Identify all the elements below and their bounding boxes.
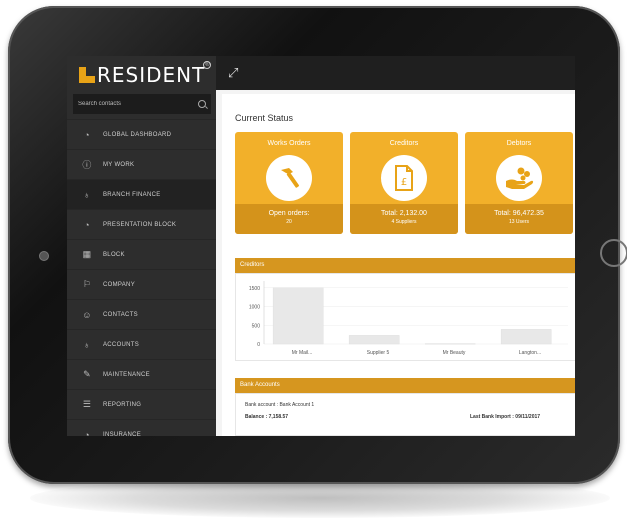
- bank-balance: Balance : 7,158.57: [245, 414, 289, 420]
- moneybag-icon: ♁: [83, 339, 91, 350]
- stat-title: Creditors: [389, 140, 419, 147]
- stat-subvalue: 20: [286, 219, 292, 225]
- sidebar-item-label: CONTACTS: [103, 311, 138, 318]
- stat-title: Works Orders: [267, 140, 311, 147]
- camera-dot: [39, 251, 49, 261]
- sidebar-item-insurance[interactable]: ◔ INSURANCE: [67, 419, 216, 436]
- bar[interactable]: [348, 335, 400, 345]
- stat-value: Open orders:: [268, 210, 310, 217]
- sidebar-item-reporting[interactable]: ☰ REPORTING: [67, 389, 216, 419]
- x-tick-label: Supplier 5: [367, 350, 390, 356]
- search-box: [73, 94, 211, 114]
- y-tick-label: 500: [252, 323, 261, 329]
- tablet-shadow: [30, 478, 610, 518]
- bar[interactable]: [500, 329, 552, 345]
- search-icon[interactable]: [198, 100, 206, 108]
- sidebar-item-label: MAINTENANCE: [103, 371, 150, 378]
- contacts-icon: ☺: [82, 309, 92, 320]
- y-tick-label: 1000: [249, 305, 260, 311]
- last-bank-import: Last Bank Import : 09/11/2017: [470, 414, 541, 420]
- sidebar-item-block[interactable]: ▦ BLOCK: [67, 239, 216, 269]
- stat-subvalue: 4 Suppliers: [391, 219, 417, 225]
- logo[interactable]: RESIDENT ®: [79, 61, 212, 87]
- bar[interactable]: [272, 287, 324, 345]
- sidebar-item-label: PRESENTATION BLOCK: [103, 221, 177, 228]
- y-tick-label: 0: [257, 342, 260, 348]
- logo-mark-icon: [79, 67, 95, 83]
- works-orders-card[interactable]: Works Orders Open orders: 20: [235, 132, 343, 234]
- sidebar-item-label: BLOCK: [103, 251, 125, 258]
- dashboard-icon: ◔: [84, 219, 90, 230]
- stat-title: Debtors: [506, 140, 532, 147]
- stat-subvalue: 13 Users: [508, 219, 529, 225]
- x-tick-label: Mr Beauty: [443, 350, 466, 356]
- sidebar-item-maintenance[interactable]: ✎ MAINTENANCE: [67, 359, 216, 389]
- hammer-icon: [266, 155, 312, 201]
- sidebar-item-company[interactable]: ⚐ COMPANY: [67, 269, 216, 299]
- list-icon: ☰: [82, 399, 92, 409]
- top-bar: ⤢: [216, 56, 575, 90]
- sidebar-item-label: INSURANCE: [103, 431, 142, 437]
- sidebar-item-presentation-block[interactable]: ◔ PRESENTATION BLOCK: [67, 209, 216, 239]
- fullscreen-icon[interactable]: ⤢: [228, 66, 238, 79]
- info-icon: ⓘ: [82, 160, 92, 170]
- logo-text: RESIDENT: [97, 63, 206, 87]
- x-tick-label: Mr Mail...: [292, 350, 313, 356]
- svg-text:£: £: [401, 177, 407, 188]
- sidebar: RESIDENT ® ◔ GLOBAL DASHBOARD ⓘ MY WORK ♁ BRA…: [67, 56, 216, 436]
- dashboard-icon: ◔: [84, 129, 90, 140]
- building-icon: ▦: [82, 249, 92, 259]
- hand-coins-icon: [496, 155, 542, 201]
- sidebar-item-contacts[interactable]: ☺ CONTACTS: [67, 299, 216, 329]
- sidebar-item-label: ACCOUNTS: [103, 341, 140, 348]
- main-content: Current Status Works Orders Open orders:…: [216, 90, 575, 436]
- bank-account-line: Bank account : Bank Account 1: [245, 402, 315, 408]
- creditors-chart: 1500 1000 500 0 Mr Mail... Supplier 5 Mr Beaut…: [249, 281, 568, 356]
- sidebar-item-global-dashboard[interactable]: ◔ GLOBAL DASHBOARD: [67, 119, 216, 149]
- page-title: Current Status: [235, 113, 294, 123]
- bank-accounts-header: Bank Accounts: [235, 378, 575, 393]
- sidebar-item-accounts[interactable]: ♁ ACCOUNTS: [67, 329, 216, 359]
- stat-footer: Total: 96,472.35 13 Users: [465, 204, 573, 234]
- bar[interactable]: [424, 343, 476, 345]
- sidebar-item-label: BRANCH FINANCE: [103, 191, 161, 198]
- company-icon: ⚐: [82, 279, 92, 289]
- sidebar-nav: ◔ GLOBAL DASHBOARD ⓘ MY WORK ♁ BRANCH FINANCE…: [67, 119, 216, 436]
- app-screen: RESIDENT ® ◔ GLOBAL DASHBOARD ⓘ MY WORK ♁ BRA…: [67, 56, 575, 436]
- creditors-panel-header: Creditors: [235, 258, 575, 273]
- sidebar-item-branch-finance[interactable]: ♁ BRANCH FINANCE: [67, 179, 216, 209]
- bank-accounts-panel: Bank account : Bank Account 1 Balance : …: [235, 393, 575, 436]
- sidebar-item-my-work[interactable]: ⓘ MY WORK: [67, 149, 216, 179]
- logo-wrap: RESIDENT ®: [97, 61, 212, 87]
- dashboard-icon: ◔: [84, 429, 90, 437]
- stat-value: Total: 2,132.00: [381, 210, 427, 217]
- content-card: Current Status Works Orders Open orders:…: [222, 94, 575, 436]
- stat-footer: Total: 2,132.00 4 Suppliers: [350, 204, 458, 234]
- sidebar-item-label: REPORTING: [103, 401, 142, 408]
- sidebar-item-label: COMPANY: [103, 281, 135, 288]
- stat-footer: Open orders: 20: [235, 204, 343, 234]
- debtors-card[interactable]: Debtors Total: 96,472.35 13 Users: [465, 132, 573, 234]
- wrench-icon: ✎: [83, 369, 91, 379]
- pound-document-icon: £: [381, 155, 427, 201]
- home-button[interactable]: [600, 239, 627, 267]
- creditors-card[interactable]: Creditors £ Total: 2,132.00 4 Suppliers: [350, 132, 458, 234]
- sidebar-item-label: MY WORK: [103, 161, 135, 168]
- moneybag-icon: ♁: [83, 189, 91, 200]
- x-tick-label: Langton...: [519, 350, 541, 356]
- registered-mark: ®: [203, 61, 212, 69]
- creditors-chart-panel: 1500 1000 500 0 Mr Mail... Supplier 5 Mr Beaut…: [235, 273, 575, 361]
- search-input[interactable]: [78, 101, 188, 107]
- sidebar-item-label: GLOBAL DASHBOARD: [103, 131, 172, 138]
- stat-value: Total: 96,472.35: [494, 210, 544, 217]
- y-tick-label: 1500: [249, 286, 260, 292]
